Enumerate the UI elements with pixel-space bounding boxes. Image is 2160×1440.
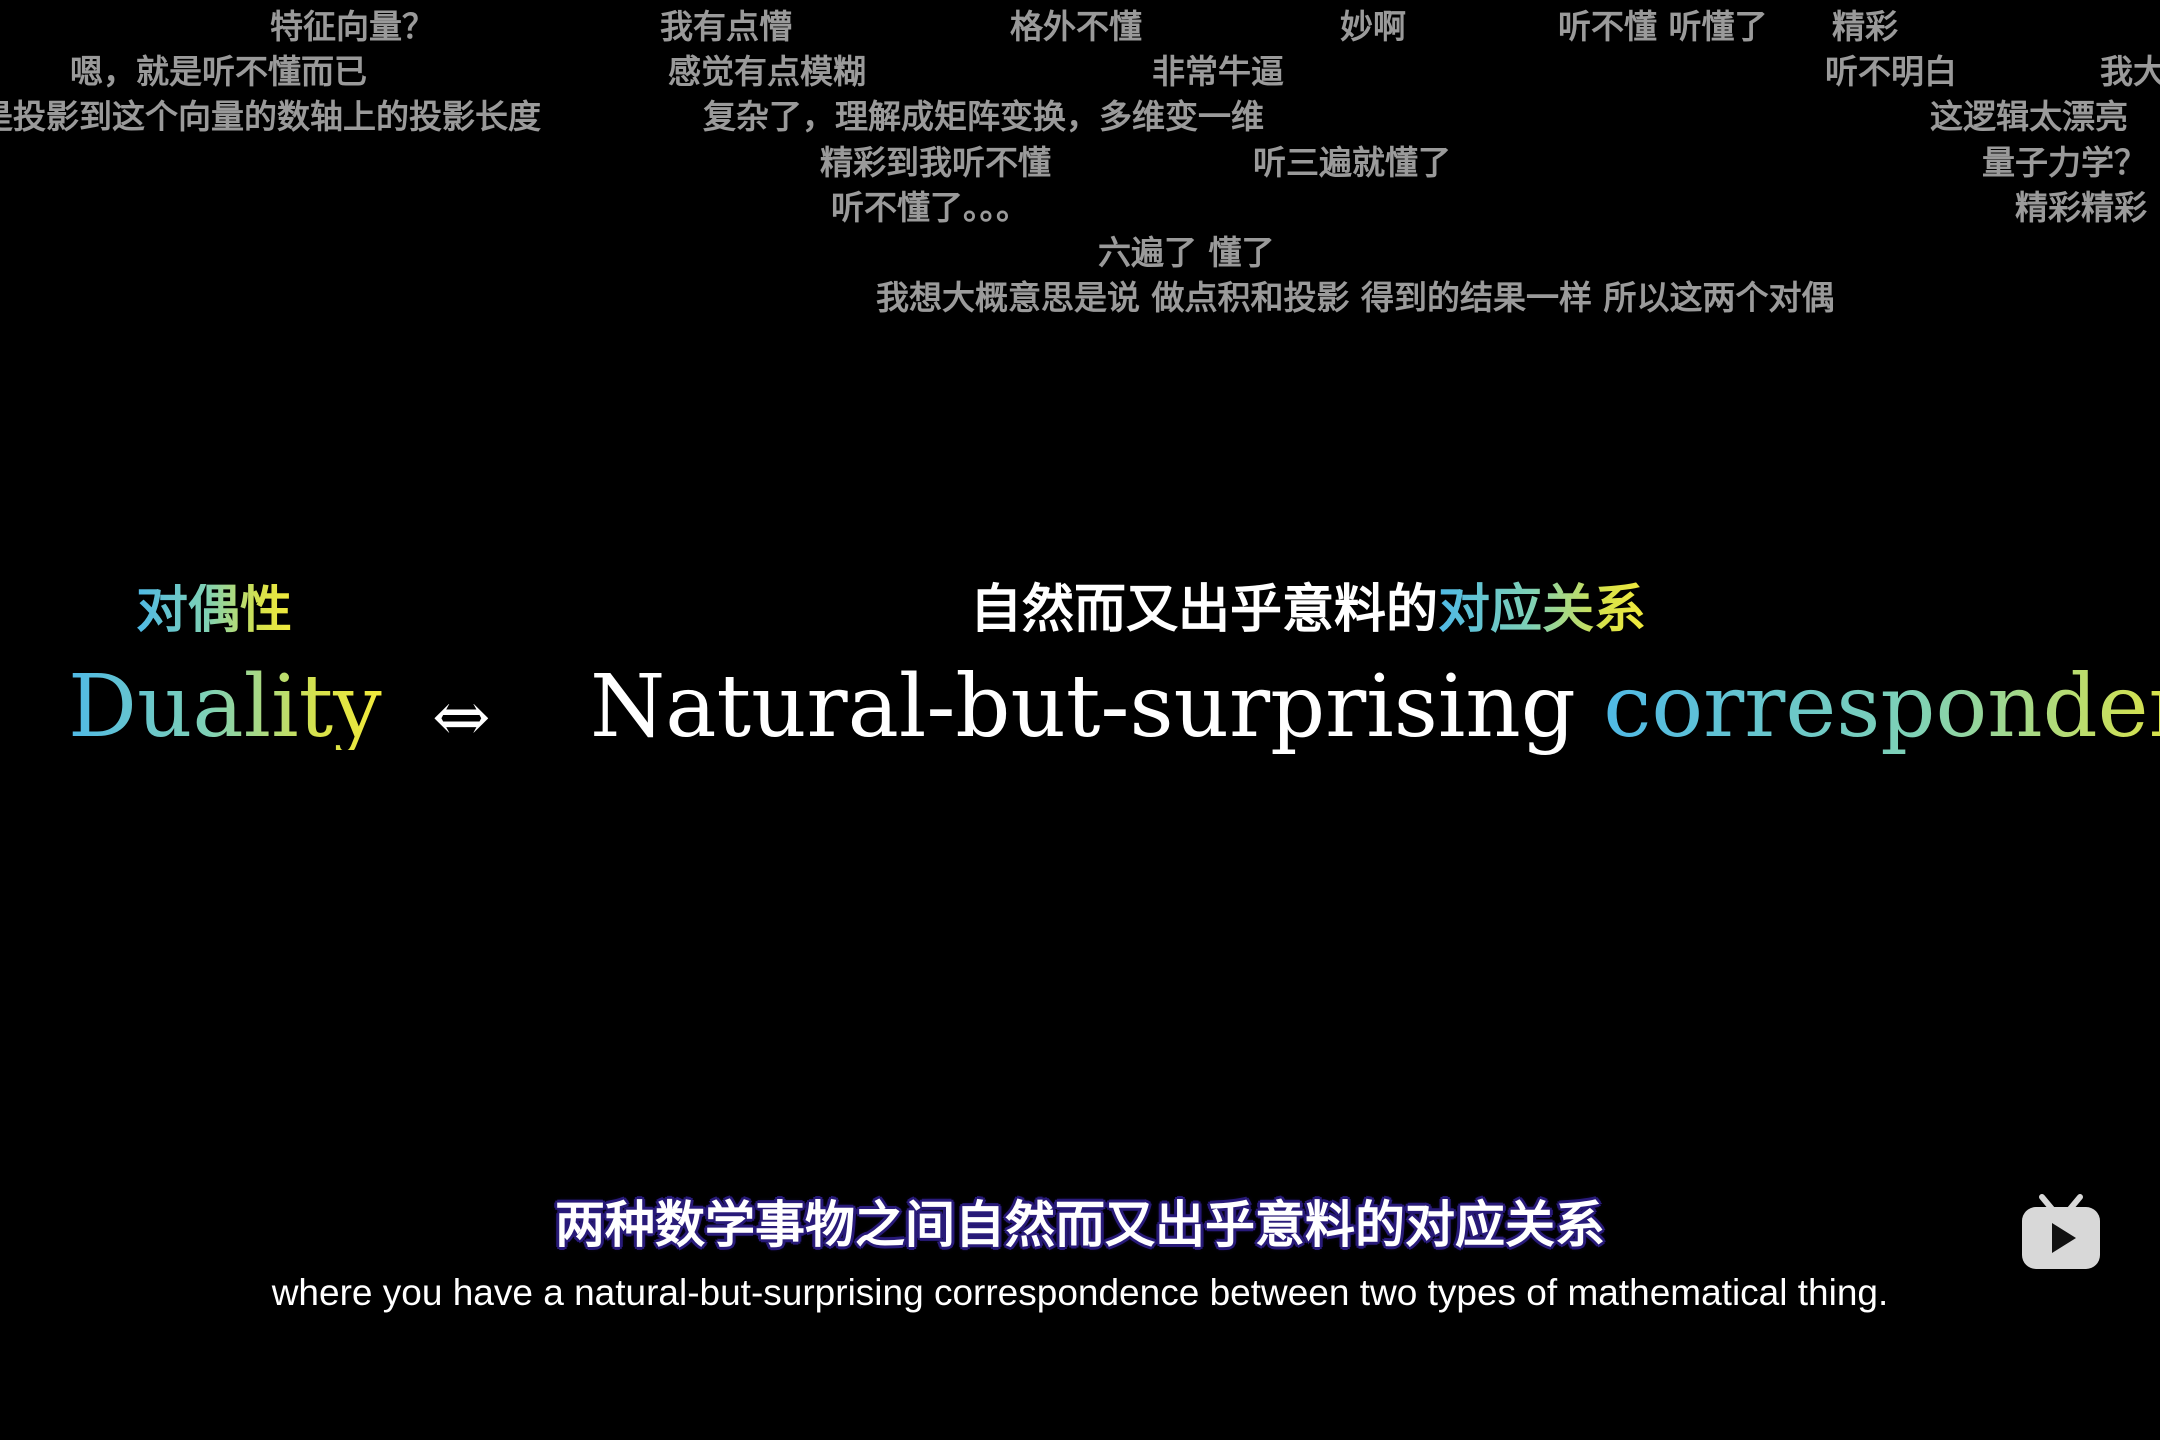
danmaku-comment: 听三遍就懂了 (1253, 143, 1451, 182)
danmaku-comment: 六遍了 懂了 (1098, 233, 1275, 272)
correspondence-cn-colored: 对应关系 (1438, 580, 1647, 640)
equivalence-arrow-icon: ⇔ (432, 676, 491, 758)
danmaku-comment: 听不懂 听懂了 (1558, 7, 1768, 46)
danmaku-comment: 听不明白 (1825, 52, 1957, 91)
danmaku-comment: 精彩 (1832, 7, 1898, 46)
correspondence-en-colored: correspondence (1603, 657, 2160, 757)
bilibili-tv-icon[interactable] (2018, 1193, 2104, 1273)
correspondence-en-plain: Natural-but-surprising (590, 657, 1576, 757)
danmaku-comment: 我大 (2100, 52, 2160, 91)
danmaku-comment: 我想大概意思是说 做点积和投影 得到的结果一样 所以这两个对偶 (876, 278, 1835, 317)
correspondence-cn-plain: 自然而又出乎意料的 (970, 580, 1439, 640)
danmaku-comment: 特征向量？ (270, 7, 435, 46)
danmaku-comment: 嗯，就是听不懂而已 (70, 52, 367, 91)
correspondence-en-label: Natural-but-surprising correspondence (590, 664, 2160, 750)
video-frame[interactable]: 特征向量？ 我有点懵 格外不懂 妙啊 听不懂 听懂了 精彩 嗯，就是听不懂而已 … (0, 0, 2160, 1440)
danmaku-comment: 听不懂了。。。 (831, 188, 1029, 227)
subtitle-english: where you have a natural-but-surprising … (271, 1272, 1889, 1313)
danmaku-comment: 精彩精彩 (2015, 188, 2147, 227)
danmaku-comment: 这逻辑太漂亮 (1930, 97, 2128, 136)
danmaku-comment: 复杂了，理解成矩阵变换，多维变一维 (703, 97, 1264, 136)
danmaku-comment: 精彩到我听不懂 (820, 143, 1051, 182)
danmaku-comment: 是投影到这个向量的数轴上的投影长度 (0, 97, 541, 136)
subtitle-chinese-text: 两种数学事物之间自然而又出乎意料的对应关系 (555, 1196, 1605, 1254)
danmaku-comment: 妙啊 (1340, 7, 1406, 46)
danmaku-comment: 我有点懵 (660, 7, 792, 46)
correspondence-cn-label: 自然而又出乎意料的对应关系 (970, 584, 1646, 636)
danmaku-comment: 非常牛逼 (1152, 52, 1284, 91)
danmaku-comment: 格外不懂 (1010, 7, 1142, 46)
danmaku-comment: 感觉有点模糊 (668, 52, 866, 91)
subtitle-chinese: 两种数学事物之间自然而又出乎意料的对应关系 (0, 1200, 2160, 1250)
bilibili-tv-icon-graphic (2022, 1194, 2100, 1269)
duality-cn-label: 对偶性 (136, 580, 293, 640)
duality-en-label: Duality (68, 657, 382, 757)
danmaku-comment: 量子力学？ (1982, 143, 2147, 182)
